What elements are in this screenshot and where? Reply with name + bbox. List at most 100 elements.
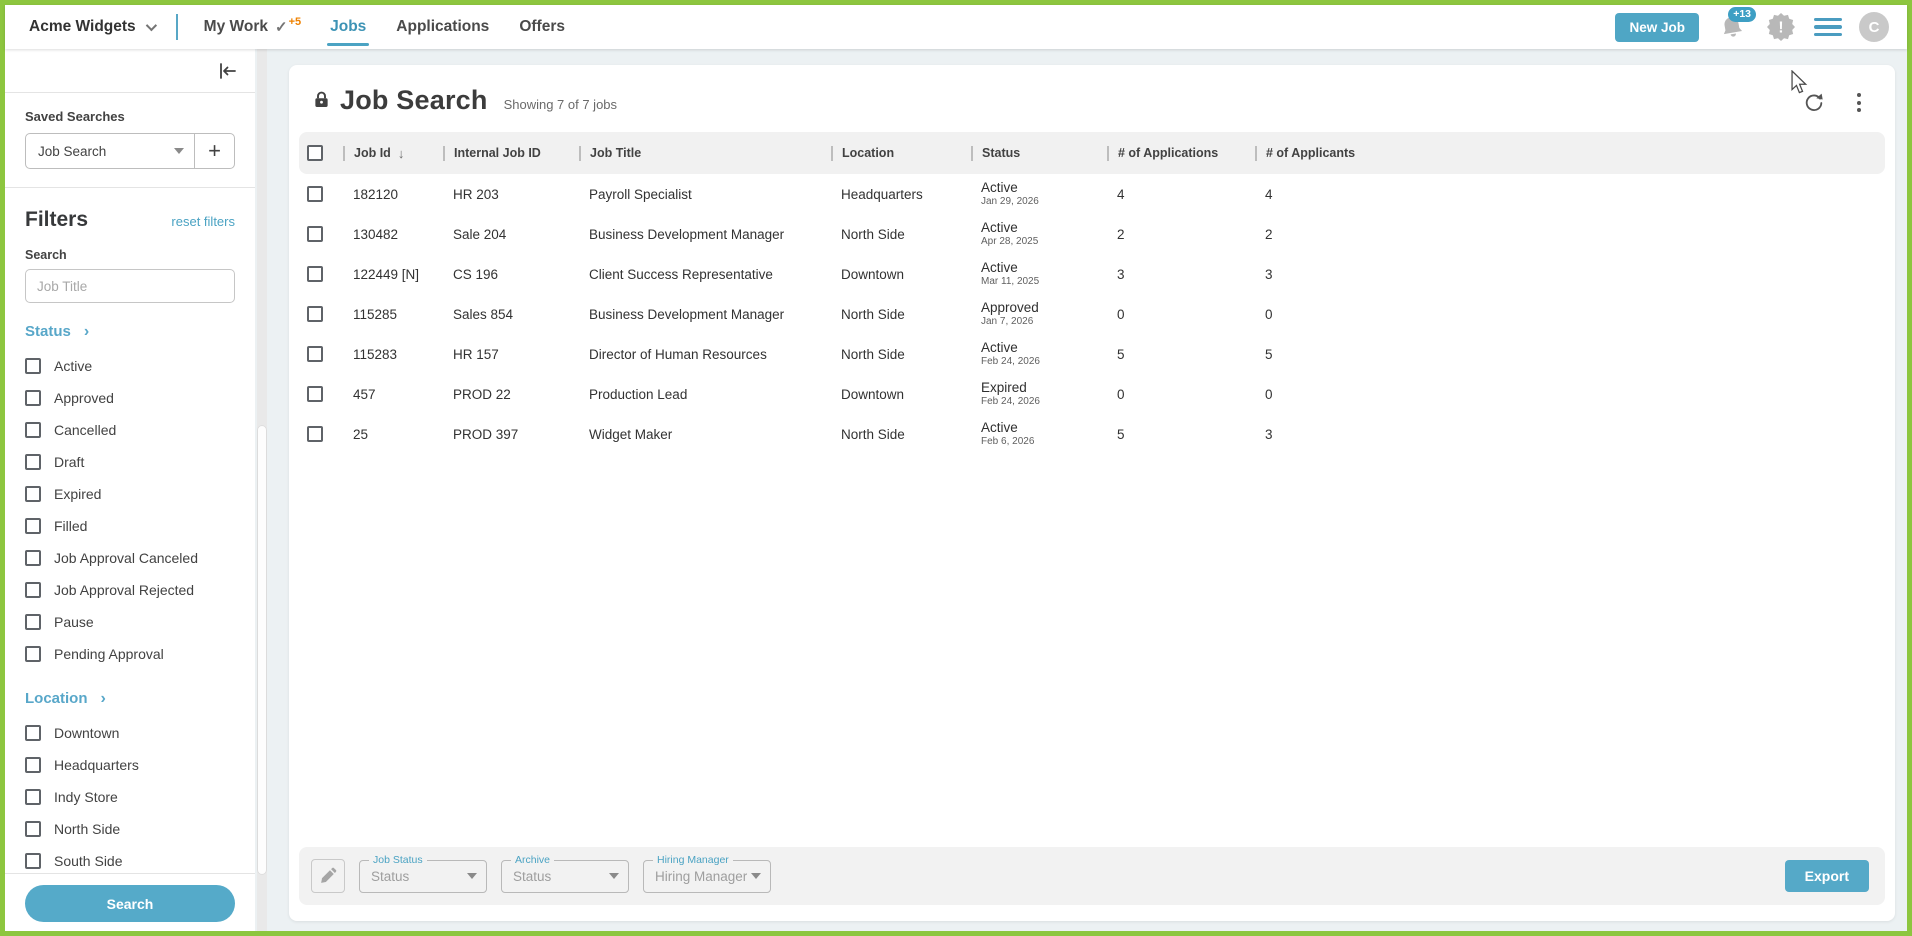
- nav-tab-my-work[interactable]: My Work ✓ +5: [204, 5, 300, 49]
- column-header-status[interactable]: Status: [971, 132, 1107, 174]
- column-header-internal-job-id[interactable]: Internal Job ID: [443, 132, 579, 174]
- filter-checkbox[interactable]: [25, 789, 41, 805]
- edit-button[interactable]: [311, 859, 345, 893]
- filter-option[interactable]: Downtown: [25, 717, 235, 749]
- table-row[interactable]: 457 PROD 22 Production Lead Downtown Exp…: [299, 374, 1885, 414]
- filter-option[interactable]: Indy Store: [25, 781, 235, 813]
- filter-option[interactable]: North Side: [25, 813, 235, 845]
- filter-option[interactable]: Pause: [25, 606, 235, 638]
- table-row[interactable]: 122449 [N] CS 196 Client Success Represe…: [299, 254, 1885, 294]
- filter-checkbox[interactable]: [25, 582, 41, 598]
- cell-applicants-count: 0: [1255, 387, 1885, 402]
- filter-option[interactable]: Expired: [25, 478, 235, 510]
- action-selects: Job Status Status Archive Status Hiring …: [359, 860, 771, 893]
- column-header-job-title[interactable]: Job Title: [579, 132, 831, 174]
- collapse-sidebar-button[interactable]: [217, 62, 239, 80]
- status-date: Feb 24, 2026: [981, 356, 1107, 368]
- sidebar-scrollbar-thumb[interactable]: [257, 425, 267, 875]
- alerts-button[interactable]: !: [1765, 11, 1797, 43]
- filter-option[interactable]: Approved: [25, 382, 235, 414]
- row-checkbox[interactable]: [307, 226, 323, 242]
- filter-option[interactable]: Pending Approval: [25, 638, 235, 670]
- filter-checkbox[interactable]: [25, 390, 41, 406]
- filter-option[interactable]: Cancelled: [25, 414, 235, 446]
- reset-filters-link[interactable]: reset filters: [171, 214, 235, 229]
- row-checkbox[interactable]: [307, 306, 323, 322]
- filter-option[interactable]: South Side: [25, 845, 235, 873]
- add-saved-search-button[interactable]: +: [194, 134, 234, 168]
- action-select[interactable]: Archive Status: [501, 860, 629, 893]
- filter-checkbox[interactable]: [25, 646, 41, 662]
- cell-location: Headquarters: [831, 187, 971, 202]
- notifications-button[interactable]: +13: [1716, 11, 1748, 43]
- cell-job-title: Payroll Specialist: [579, 187, 831, 202]
- action-select[interactable]: Hiring Manager Hiring Manager: [643, 860, 771, 893]
- nav-tab-jobs[interactable]: Jobs: [330, 5, 366, 49]
- refresh-button[interactable]: [1803, 92, 1825, 114]
- column-header-applicants[interactable]: # of Applicants: [1255, 132, 1885, 174]
- cell-applications-count: 0: [1107, 387, 1255, 402]
- menu-button[interactable]: [1814, 18, 1842, 37]
- filter-checkbox[interactable]: [25, 422, 41, 438]
- table-row[interactable]: 130482 Sale 204 Business Development Man…: [299, 214, 1885, 254]
- cell-internal-job-id: PROD 397: [443, 427, 579, 442]
- column-header-job-id[interactable]: Job Id ↓: [343, 132, 443, 174]
- table-row[interactable]: 115285 Sales 854 Business Development Ma…: [299, 294, 1885, 334]
- filter-option[interactable]: Filled: [25, 510, 235, 542]
- filter-checkbox[interactable]: [25, 757, 41, 773]
- row-checkbox[interactable]: [307, 266, 323, 282]
- filter-checkbox[interactable]: [25, 725, 41, 741]
- cell-status: Active Jan 29, 2026: [971, 180, 1107, 208]
- job-title-input[interactable]: [25, 269, 235, 303]
- filter-checkbox[interactable]: [25, 486, 41, 502]
- filter-checkbox[interactable]: [25, 821, 41, 837]
- cell-applications-count: 2: [1107, 227, 1255, 242]
- filter-option[interactable]: Headquarters: [25, 749, 235, 781]
- column-header-location[interactable]: Location: [831, 132, 971, 174]
- row-checkbox[interactable]: [307, 186, 323, 202]
- nav-divider: [176, 14, 178, 40]
- status-section-header[interactable]: Status ›: [25, 323, 235, 340]
- saved-search-select[interactable]: Job Search: [26, 134, 194, 168]
- column-header-applications[interactable]: # of Applications: [1107, 132, 1255, 174]
- filter-option-label: Indy Store: [54, 789, 118, 805]
- company-switcher[interactable]: Acme Widgets: [29, 18, 154, 36]
- new-job-button[interactable]: New Job: [1615, 13, 1699, 42]
- row-checkbox[interactable]: [307, 346, 323, 362]
- row-checkbox[interactable]: [307, 426, 323, 442]
- filter-checkbox[interactable]: [25, 358, 41, 374]
- location-section-header[interactable]: Location ›: [25, 690, 235, 707]
- action-select[interactable]: Job Status Status: [359, 860, 487, 893]
- card-bottom-padding: [289, 913, 1895, 921]
- filter-option[interactable]: Draft: [25, 446, 235, 478]
- avatar[interactable]: C: [1859, 12, 1889, 42]
- cell-applications-count: 5: [1107, 427, 1255, 442]
- filter-option-label: South Side: [54, 853, 123, 869]
- more-options-button[interactable]: [1851, 91, 1867, 114]
- filter-option[interactable]: Job Approval Canceled: [25, 542, 235, 574]
- filter-checkbox[interactable]: [25, 454, 41, 470]
- filter-option[interactable]: Job Approval Rejected: [25, 574, 235, 606]
- filter-checkbox[interactable]: [25, 614, 41, 630]
- nav-tab-applications[interactable]: Applications: [396, 5, 489, 49]
- status-options-list: Active Approved Cancelled Draft Expired …: [25, 350, 235, 670]
- row-checkbox[interactable]: [307, 386, 323, 402]
- table-row[interactable]: 115283 HR 157 Director of Human Resource…: [299, 334, 1885, 374]
- cell-status: Active Feb 24, 2026: [971, 340, 1107, 368]
- filter-checkbox[interactable]: [25, 853, 41, 869]
- filter-option[interactable]: Active: [25, 350, 235, 382]
- table-row[interactable]: 25 PROD 397 Widget Maker North Side Acti…: [299, 414, 1885, 454]
- filter-checkbox[interactable]: [25, 550, 41, 566]
- filter-option-label: Job Approval Rejected: [54, 582, 194, 598]
- status-date: Mar 11, 2025: [981, 276, 1107, 288]
- chevron-down-icon: [145, 20, 156, 31]
- table-row[interactable]: 182120 HR 203 Payroll Specialist Headqua…: [299, 174, 1885, 214]
- nav-tab-offers[interactable]: Offers: [519, 5, 565, 49]
- my-work-label: My Work: [204, 18, 268, 36]
- search-button[interactable]: Search: [25, 885, 235, 922]
- status-value: Approved: [981, 300, 1107, 316]
- export-button[interactable]: Export: [1785, 860, 1869, 892]
- saved-searches-section: Saved Searches Job Search +: [5, 93, 255, 188]
- filter-checkbox[interactable]: [25, 518, 41, 534]
- select-all-checkbox[interactable]: [307, 145, 323, 161]
